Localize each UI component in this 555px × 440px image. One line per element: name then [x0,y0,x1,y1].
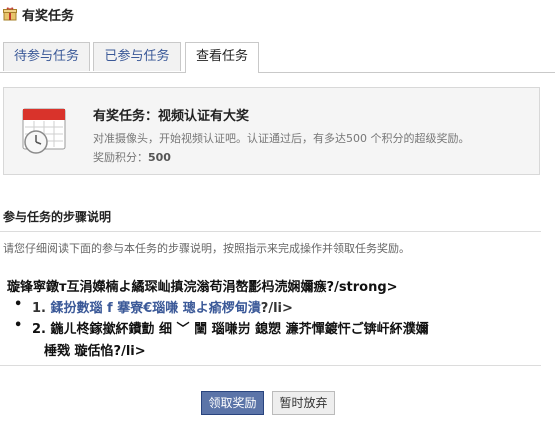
tab-pending-tasks[interactable]: 待参与任务 [3,42,90,71]
verification-page-link[interactable]: 鍒扮數瑙 f 搴寮€瑙嗛 璁よ瘉椤甸潰 [51,301,261,316]
divider [0,231,541,232]
points-value: 500 [148,151,171,164]
item-number: 1. [32,301,51,316]
list-item: 1. 鍒扮數瑙 f 搴寮€瑙嗛 璁よ瘉椤甸潰?/li> [32,297,293,316]
calendar-icon [21,106,69,156]
bullet-icon: • [14,318,23,333]
page-title: 有奖任务 [22,8,75,24]
item-suffix: ?/li> [260,301,293,316]
steps-description: 请您仔细阅读下面的参与本任务的步骤说明，按照指示来完成操作并领取任务奖励。 [3,242,410,255]
list-item-continuation: 棰戣 璇佸惂?/li> [44,344,146,359]
task-description: 对准摄像头，开始视频认证吧。认证通过后，有多达500 个积分的超级奖励。 [93,132,470,145]
task-summary-card: 有奖任务：视频认证有大奖 对准摄像头，开始视频认证吧。认证通过后，有多达500 … [3,87,540,175]
tab-view-task[interactable]: 查看任务 [185,42,259,73]
task-title: 有奖任务：视频认证有大奖 [93,109,250,124]
steps-heading: 参与任务的步骤说明 [3,210,112,224]
task-reward-points: 奖励积分：500 [93,149,171,165]
list-item: 2. 鍦ㄦ柊鎵撳紑鐨勯 细 ﹀ 闉 瑙嗛岃 鎴愬 濂芥憚鍍忓ご锛屽紑濮嬭 [32,322,429,337]
divider [0,365,541,366]
steps-instruction-heading: 璇锋寜鐓т互涓嬫楠よ繘琛屾搷浣滃苟涓嶅彲杩涜娴嬭瘯?/strong> [7,280,398,295]
claim-reward-button[interactable]: 领取奖励 [201,391,264,415]
abandon-task-button[interactable]: 暂时放弃 [272,391,335,415]
task-tabs: 待参与任务 已参与任务 查看任务 [0,42,555,73]
page-header: 有奖任务 [0,4,74,24]
tab-joined-tasks[interactable]: 已参与任务 [93,42,181,71]
points-label: 奖励积分： [93,151,148,164]
bullet-icon: • [14,297,23,312]
gift-task-icon [3,7,17,21]
